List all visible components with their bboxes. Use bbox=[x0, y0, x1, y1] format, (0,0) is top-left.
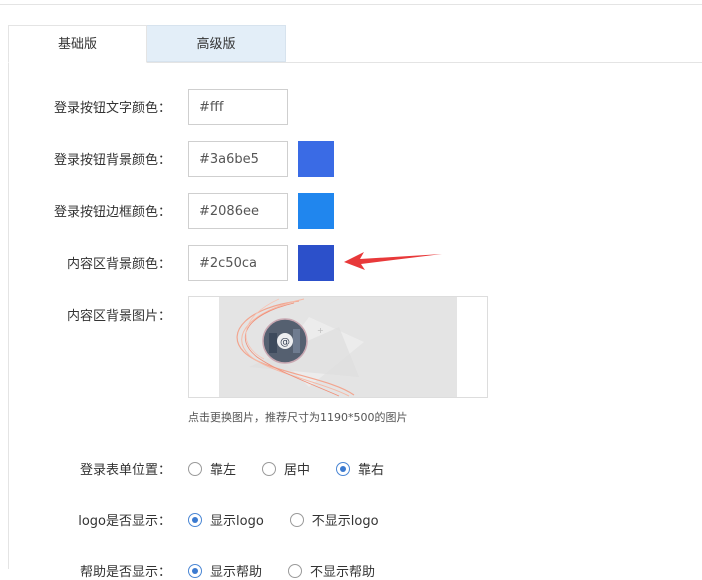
radio-label: 靠右 bbox=[358, 463, 385, 478]
content-bg-image-picker[interactable]: @ + bbox=[188, 296, 488, 398]
tab-basic[interactable]: 基础版 bbox=[8, 25, 147, 63]
radio-hide-logo[interactable]: 不显示logo bbox=[289, 510, 379, 529]
logo-display-label: logo是否显示： bbox=[78, 514, 171, 529]
btn-text-color-label: 登录按钮文字颜色： bbox=[53, 101, 171, 116]
panel-left-border bbox=[8, 62, 9, 569]
radio-label: 显示logo bbox=[210, 514, 264, 529]
btn-border-color-input[interactable] bbox=[188, 193, 288, 229]
radio-circle[interactable] bbox=[288, 563, 303, 578]
content-bg-color-swatch[interactable] bbox=[298, 245, 334, 281]
form-position-radio-group: 靠左 居中 靠右 bbox=[188, 459, 410, 478]
radio-label: 居中 bbox=[284, 463, 311, 478]
bg-image-hint: 点击更换图片，推荐尺寸为1190*500的图片 bbox=[188, 411, 408, 424]
content-bg-color-label: 内容区背景颜色： bbox=[66, 257, 171, 272]
background-thumbnail-image: @ + bbox=[219, 297, 457, 397]
radio-circle[interactable] bbox=[289, 512, 304, 527]
radio-label: 靠左 bbox=[210, 463, 237, 478]
logo-display-radio-group: 显示logo 不显示logo bbox=[188, 510, 405, 529]
radio-show-logo[interactable]: 显示logo bbox=[188, 510, 264, 529]
form-position-label: 登录表单位置： bbox=[79, 463, 171, 478]
radio-circle[interactable] bbox=[336, 461, 351, 476]
content-bg-color-input[interactable] bbox=[188, 245, 288, 281]
btn-bg-color-input[interactable] bbox=[188, 141, 288, 177]
radio-circle[interactable] bbox=[262, 461, 277, 476]
btn-bg-color-swatch[interactable] bbox=[298, 141, 334, 177]
help-display-radio-group: 显示帮助 不显示帮助 bbox=[188, 561, 401, 580]
radio-label: 显示帮助 bbox=[210, 565, 263, 580]
svg-text:+: + bbox=[317, 326, 324, 335]
btn-text-color-input[interactable] bbox=[188, 89, 288, 125]
radio-circle[interactable] bbox=[188, 461, 202, 476]
tab-bar: 基础版 高级版 bbox=[8, 25, 702, 63]
radio-hide-help[interactable]: 不显示帮助 bbox=[288, 561, 375, 580]
radio-label: 不显示logo bbox=[311, 514, 379, 529]
red-arrow-icon bbox=[344, 252, 442, 270]
top-divider bbox=[0, 4, 702, 5]
tab-advanced[interactable]: 高级版 bbox=[146, 25, 286, 62]
radio-show-help[interactable]: 显示帮助 bbox=[188, 561, 262, 580]
radio-position-center[interactable]: 居中 bbox=[262, 459, 310, 478]
btn-border-color-label: 登录按钮边框颜色： bbox=[53, 205, 171, 220]
radio-circle[interactable] bbox=[188, 512, 202, 527]
tab-underline bbox=[147, 62, 702, 63]
content-bg-image-label: 内容区背景图片： bbox=[66, 309, 171, 324]
radio-position-left[interactable]: 靠左 bbox=[188, 459, 236, 478]
btn-bg-color-label: 登录按钮背景颜色： bbox=[53, 153, 171, 168]
radio-circle[interactable] bbox=[188, 563, 202, 578]
radio-position-right[interactable]: 靠右 bbox=[336, 459, 384, 478]
help-display-label: 帮助是否显示： bbox=[79, 565, 171, 580]
radio-label: 不显示帮助 bbox=[310, 565, 376, 580]
btn-border-color-swatch[interactable] bbox=[298, 193, 334, 229]
svg-text:@: @ bbox=[280, 337, 290, 348]
